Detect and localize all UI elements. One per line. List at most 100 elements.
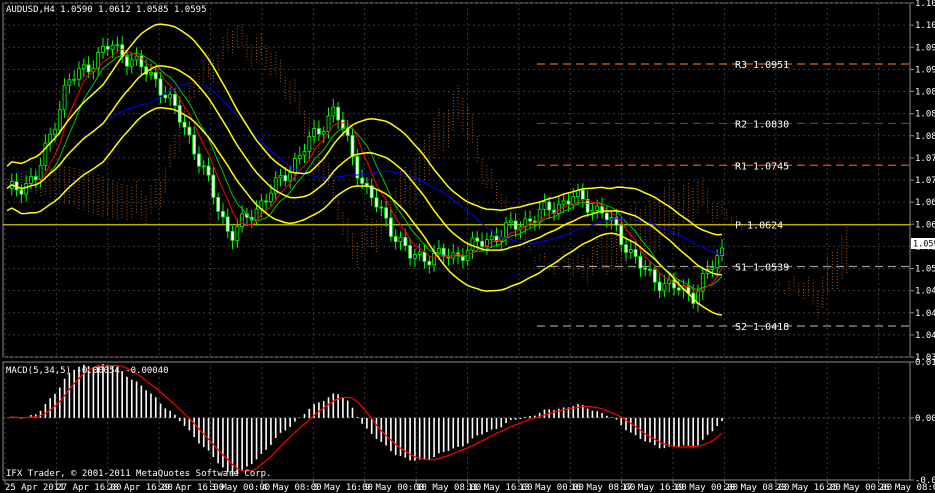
macd-title: MACD(5,34,5) -0.00054 -0.00040: [6, 366, 169, 376]
candle-body: [633, 249, 638, 257]
candle-body: [624, 244, 628, 253]
candle-body: [211, 174, 216, 198]
candle-body: [388, 217, 393, 237]
candle-body: [81, 64, 86, 70]
candle-body: [427, 261, 432, 266]
candle-body: [566, 200, 571, 205]
candle-body: [643, 267, 648, 270]
candle-body: [374, 197, 379, 208]
price-tick-label: 1.0985: [915, 43, 935, 53]
macd-tick-label: 0.00: [915, 414, 935, 424]
candle-body: [110, 44, 115, 50]
grid-lines: [3, 2, 910, 480]
candle-body: [264, 200, 269, 203]
candle-body: [542, 201, 547, 210]
candle-body: [216, 197, 221, 212]
candle-body: [86, 64, 91, 73]
candle-body: [336, 106, 341, 121]
candle-body: [321, 131, 326, 135]
candle-body: [38, 164, 43, 181]
chart-title: AUDUSD,H4 1.0590 1.0612 1.0585 1.0595: [6, 5, 206, 15]
candle-body: [77, 68, 81, 80]
candle-body: [57, 109, 62, 131]
price-tick-label: 1.0805: [915, 132, 935, 142]
candle-body: [235, 226, 240, 241]
candle-body: [53, 129, 57, 135]
pivot-levels: R3 1.0951 R2 1.0830 R1 1.0745 P 1.0624 S1 1.…: [3, 60, 910, 333]
candle-body: [508, 220, 513, 224]
candle-body: [384, 207, 388, 219]
candle-body: [307, 136, 312, 152]
macd-panel-frame: [2, 361, 911, 481]
candle-body: [72, 78, 77, 81]
candle-body: [283, 175, 288, 182]
candle-body: [571, 196, 576, 205]
candle-body: [288, 172, 293, 182]
price-tick-label: 1.0940: [915, 65, 935, 75]
price-tick-label: 1.0670: [915, 198, 935, 208]
candle-body: [408, 245, 412, 259]
candle-body: [595, 205, 600, 211]
candle-body: [230, 230, 235, 241]
candle-body: [62, 84, 67, 111]
candle-body: [182, 121, 187, 128]
candle-body: [528, 218, 532, 222]
candle-body: [470, 237, 475, 251]
price-tick-label: 1.0715: [915, 176, 935, 186]
candle-body: [302, 151, 307, 156]
candle-body: [393, 236, 398, 242]
candle-body: [638, 256, 643, 269]
candle-body: [604, 212, 609, 221]
pivot-label-r3: R3 1.0951: [735, 60, 789, 71]
candle-body: [192, 134, 197, 155]
pivot-label-r1: R1 1.0745: [735, 161, 789, 172]
current-price-label: 1.0595: [913, 240, 935, 250]
candle-body: [129, 59, 134, 67]
candle-body: [177, 105, 182, 123]
price-tick-label: 1.0850: [915, 110, 935, 120]
candle-body: [225, 216, 230, 232]
price-tick-label: 1.0445: [915, 309, 935, 319]
candle-body: [480, 240, 484, 247]
candle-body: [710, 267, 715, 270]
price-tick-label: 1.0625: [915, 220, 935, 230]
candle-body: [317, 128, 321, 135]
candle-body: [115, 44, 120, 47]
candle-body: [422, 251, 427, 262]
candle-body: [173, 93, 177, 106]
candle-body: [590, 209, 595, 213]
price-tick-label: 1.0535: [915, 265, 935, 275]
candle-body: [19, 189, 24, 195]
candle-body: [149, 72, 153, 75]
copyright-text: IFX Trader, © 2001-2011 MetaQuotes Softw…: [6, 469, 272, 479]
candle-body: [360, 177, 365, 184]
candle-body: [101, 45, 105, 53]
price-tick-label: 1.1030: [915, 21, 935, 31]
candle-body: [326, 115, 331, 133]
chart-canvas: R3 1.0951 R2 1.0830 R1 1.0745 P 1.0624 S1 1.…: [2, 0, 935, 493]
candle-body: [187, 126, 192, 136]
candle-body: [312, 128, 317, 138]
candle-body: [662, 283, 667, 292]
candle-body: [29, 176, 33, 184]
candle-body: [105, 45, 110, 50]
candle-body: [432, 253, 436, 266]
candle-body: [652, 269, 657, 283]
candle-body: [580, 189, 585, 200]
candle-body: [561, 200, 566, 205]
candle-body: [412, 254, 417, 259]
macd-tick-label: -0.0164: [915, 476, 935, 486]
candle-body: [269, 192, 273, 202]
candle-body: [33, 176, 38, 181]
candle-body: [513, 220, 518, 230]
candle-body: [489, 235, 494, 240]
candle-body: [197, 153, 201, 167]
price-tick-label: 1.0490: [915, 287, 935, 297]
price-tick-label: 1.1075: [915, 0, 935, 9]
candle-body: [379, 206, 384, 209]
macd-indicator: [6, 364, 723, 477]
candle-body: [201, 165, 206, 168]
candle-body: [676, 287, 681, 291]
candle-body: [532, 220, 537, 223]
pivot-label-p: P 1.0624: [735, 221, 783, 232]
